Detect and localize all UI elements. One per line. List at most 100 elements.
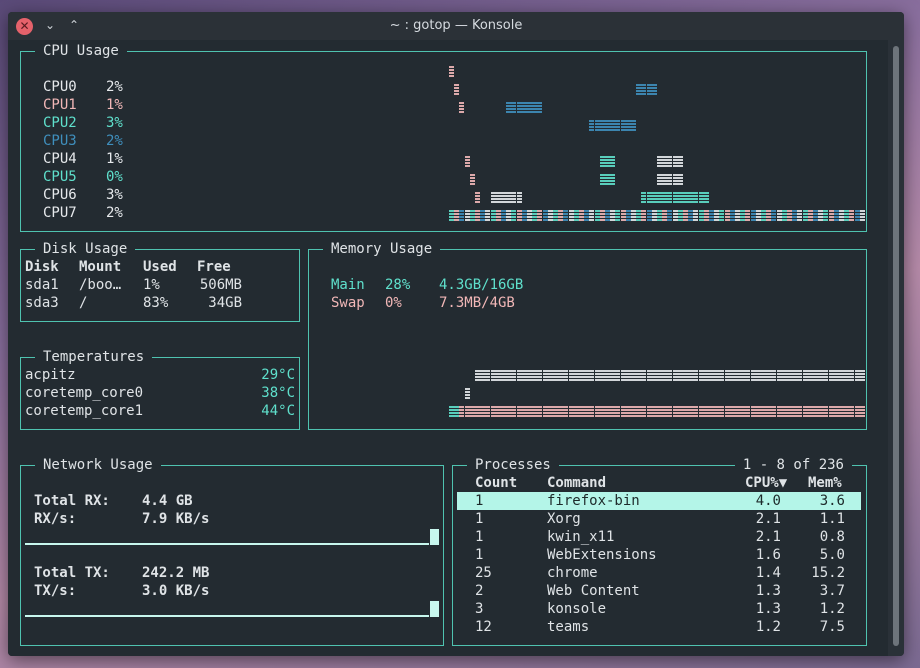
scrollbar[interactable] (888, 40, 904, 656)
temp-sensor-value: 29°C (261, 367, 295, 383)
process-command: Web Content (547, 583, 640, 599)
header-command[interactable]: Command (547, 474, 606, 492)
titlebar: ✕ ⌄ ⌃ ~ : gotop — Konsole (8, 12, 904, 40)
cpu-usage-panel: CPU Usage CPU0 2% CPU1 1% CPU2 3% CPU3 2% CPU4 1%… (20, 42, 867, 232)
process-mem: 0.8 (819, 529, 845, 545)
disk-header: Disk (25, 259, 59, 275)
disk-cell: /boo… (79, 277, 122, 293)
disk-cell: 506MB (199, 277, 242, 293)
process-count: 1 (475, 547, 484, 563)
process-cpu: 1.2 (755, 619, 781, 635)
header-cpu[interactable]: CPU%▼ (745, 474, 787, 492)
tx-rate-value: 3.0 KB/s (142, 583, 210, 599)
graph-cell (459, 102, 465, 113)
cpu-core-name: CPU3 (43, 133, 77, 149)
disk-cell: sda3 (25, 295, 59, 311)
process-cpu: 1.3 (755, 583, 781, 599)
process-cpu: 1.3 (755, 601, 781, 617)
header-count[interactable]: Count (475, 474, 517, 492)
graph-cell (464, 388, 470, 399)
cpu-usage-title: CPU Usage (35, 42, 127, 60)
rx-sparkline-peak (430, 529, 439, 545)
process-cpu: 4.0 (755, 493, 781, 509)
process-command: kwin_x11 (547, 529, 615, 545)
graph-cell (651, 84, 657, 95)
process-command: Xorg (547, 511, 581, 527)
rx-rate-value: 7.9 KB/s (142, 511, 210, 527)
graph-cell (475, 192, 480, 203)
process-count: 1 (475, 511, 484, 527)
process-command: chrome (547, 565, 598, 581)
process-cpu: 2.1 (755, 511, 781, 527)
cpu-core-name: CPU6 (43, 187, 77, 203)
process-row[interactable]: 1 kwin_x11 2.1 0.8 (457, 528, 861, 546)
process-command: firefox-bin (547, 493, 640, 509)
process-row[interactable]: 1 firefox-bin 4.0 3.6 (457, 492, 861, 510)
temp-sensor-value: 44°C (261, 403, 295, 419)
process-mem: 3.7 (819, 583, 845, 599)
cpu-core-name: CPU7 (43, 205, 77, 221)
process-mem: 1.1 (819, 511, 845, 527)
memory-row-pct: 28% (385, 277, 411, 293)
process-command: teams (547, 619, 590, 635)
graph-cell (859, 210, 865, 221)
graph-cell (464, 156, 470, 167)
network-usage-panel: Network Usage Total RX: 4.4 GB RX/s: 7.9… (20, 456, 444, 646)
process-mem: 1.2 (819, 601, 845, 617)
disk-usage-panel: Disk Usage Disk Mount Used Free sda1/boo… 1% 5… (20, 240, 300, 322)
cpu-core-name: CPU0 (43, 79, 77, 95)
cpu-core-value: 1% (106, 151, 123, 167)
cpu-core-value: 3% (106, 115, 123, 131)
graph-cell (859, 370, 865, 381)
process-count: 3 (475, 601, 484, 617)
rx-sparkline (25, 543, 429, 545)
disk-header: Free (197, 259, 231, 275)
total-tx-label: Total TX: (34, 565, 110, 581)
tx-sparkline (25, 615, 429, 617)
disk-header: Used (143, 259, 177, 275)
graph-cell (449, 66, 454, 77)
process-count: 1 (475, 493, 484, 509)
cpu-core-value: 0% (106, 169, 123, 185)
memory-row-amount: 7.3MB/4GB (439, 295, 515, 311)
processes-panel: Processes 1 - 8 of 236 Count Command CPU… (452, 456, 867, 646)
cpu-core-value: 1% (106, 97, 123, 113)
process-cpu: 1.4 (755, 565, 781, 581)
process-cpu: 1.6 (755, 547, 781, 563)
process-mem: 3.6 (819, 493, 845, 509)
temp-sensor-name: acpitz (25, 367, 76, 383)
process-count: 2 (475, 583, 484, 599)
header-mem[interactable]: Mem% (808, 474, 842, 492)
process-mem: 5.0 (819, 547, 845, 563)
memory-row-pct: 0% (385, 295, 402, 311)
cpu-core-name: CPU5 (43, 169, 77, 185)
process-row[interactable]: 25 chrome 1.4 15.2 (457, 564, 861, 582)
disk-cell: 1% (143, 277, 160, 293)
process-count: 12 (475, 619, 492, 635)
process-command: WebExtensions (547, 547, 657, 563)
cpu-core-value: 2% (106, 205, 123, 221)
temperatures-panel: Temperatures acpitz 29°C coretemp_core0 38°… (20, 348, 300, 430)
terminal-area[interactable]: CPU Usage CPU0 2% CPU1 1% CPU2 3% CPU3 2% CPU4 1%… (8, 40, 888, 656)
total-tx-value: 242.2 MB (142, 565, 210, 581)
graph-cell (610, 156, 616, 167)
process-count: 25 (475, 565, 492, 581)
processes-title: Processes (467, 456, 559, 474)
process-row[interactable]: 3 konsole 1.3 1.2 (457, 600, 861, 618)
graph-cell (631, 120, 636, 131)
total-rx-value: 4.4 GB (142, 493, 193, 509)
memory-row-amount: 4.3GB/16GB (439, 277, 524, 293)
cpu-core-value: 2% (106, 133, 123, 149)
graph-cell (703, 192, 709, 203)
scrollbar-thumb[interactable] (893, 46, 899, 646)
window-title: ~ : gotop — Konsole (389, 18, 523, 33)
temp-sensor-value: 38°C (261, 385, 295, 401)
process-row[interactable]: 2 Web Content 1.3 3.7 (457, 582, 861, 600)
process-row[interactable]: 12 teams 1.2 7.5 (457, 618, 861, 636)
process-range: 1 - 8 of 236 (734, 456, 852, 474)
process-row[interactable]: 1 WebExtensions 1.6 5.0 (457, 546, 861, 564)
process-row[interactable]: 1 Xorg 2.1 1.1 (457, 510, 861, 528)
memory-usage-title: Memory Usage (323, 240, 441, 258)
process-count: 1 (475, 529, 484, 545)
temperatures-title: Temperatures (35, 348, 153, 366)
